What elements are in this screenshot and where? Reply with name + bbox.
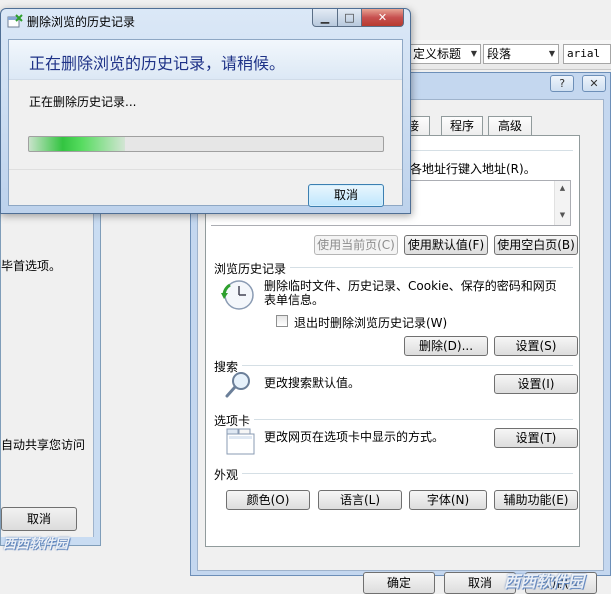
left-window-text-2: 自动共享您访问 [1,438,86,452]
progress-bar-fill [29,137,125,151]
watermark-logo: 西西软件园 [504,572,585,591]
watermark-logo: 西西软件园 [3,537,69,552]
search-settings-button[interactable]: 设置(I) [494,374,578,394]
left-window-client: 毕首选项。 自动共享您访问 取消 西西软件园 [1,211,94,552]
paragraph-select-value: 段落 [487,47,512,61]
delete-history-icon [7,14,23,31]
cancel-button[interactable]: 取消 [308,184,384,207]
delete-on-exit-checkbox[interactable] [276,315,288,327]
appearance-section-label: 外观 [214,466,243,483]
section-divider [214,419,573,420]
accessibility-button[interactable]: 辅助功能(E) [494,490,578,510]
dialog-title: 删除浏览的历史记录 [27,15,136,29]
history-description: 删除临时文件、历史记录、Cookie、保存的密码和网页表单信息。 [264,279,557,307]
font-select-value: arial [567,47,601,60]
scroll-up-icon[interactable]: ▲ [555,184,570,192]
window-controls: ▁ □ ✕ [312,9,404,27]
internet-options-title-buttons: ? ✕ [546,75,606,92]
search-description: 更改搜索默认值。 [264,376,361,390]
use-current-button[interactable]: 使用当前页(C) [314,235,398,255]
section-divider [214,473,573,474]
progress-dialog-client: 正在删除浏览的历史记录，请稍候。 正在删除历史记录... 取消 [8,39,403,207]
use-default-button[interactable]: 使用默认值(F) [404,235,488,255]
delete-history-progress-dialog: 删除浏览的历史记录 ▁ □ ✕ 正在删除浏览的历史记录，请稍候。 正在删除历史记… [0,8,411,214]
use-blank-button[interactable]: 使用空白页(B) [494,235,578,255]
close-button[interactable]: ✕ [582,75,606,92]
homepage-instruction: 各地址行键入地址(R)。 [410,162,536,176]
history-settings-button[interactable]: 设置(S) [494,336,578,356]
progress-status-text: 正在删除历史记录... [29,95,137,109]
help-button[interactable]: ? [550,75,575,92]
left-background-window: 毕首选项。 自动共享您访问 取消 西西软件园 [0,200,101,552]
left-window-text-1: 毕首选项。 [1,259,62,273]
tabs-window-icon [226,426,256,459]
font-select[interactable]: arial [563,44,611,64]
tab-programs[interactable]: 程序 [441,116,483,136]
progress-heading: 正在删除浏览的历史记录，请稍候。 [29,54,286,73]
colors-button[interactable]: 颜色(O) [226,490,310,510]
section-divider [214,365,573,366]
left-cancel-button[interactable]: 取消 [1,507,77,531]
delete-history-button[interactable]: 删除(D)... [404,336,488,356]
delete-on-exit-label: 退出时删除浏览历史记录(W) [294,316,448,330]
progress-header-band: 正在删除浏览的历史记录，请稍候。 [9,40,402,80]
chevron-down-icon: ▼ [548,49,556,58]
history-section-label: 浏览历史记录 [214,260,291,277]
chevron-down-icon: ▼ [470,49,478,58]
maximize-button[interactable]: □ [337,9,362,27]
tab-advanced[interactable]: 高级 [488,116,532,136]
paragraph-select[interactable]: 段落 ▼ [483,44,559,64]
style-select-value: 定义标题 [413,47,462,61]
magnifier-icon [224,370,254,403]
editor-toolbar: 定义标题 ▼ 段落 ▼ arial [405,40,611,70]
languages-button[interactable]: 语言(L) [318,490,402,510]
style-select[interactable]: 定义标题 ▼ [409,44,481,64]
progress-bar [28,136,384,152]
tabs-settings-button[interactable]: 设置(T) [494,428,578,448]
ok-button[interactable]: 确定 [363,572,435,594]
tabs-description: 更改网页在选项卡中显示的方式。 [264,430,445,444]
minimize-button[interactable]: ▁ [312,9,338,27]
scroll-down-icon[interactable]: ▼ [555,211,570,219]
history-clock-icon [220,278,254,315]
close-button[interactable]: ✕ [361,9,404,27]
fonts-button[interactable]: 字体(N) [409,490,487,510]
homepage-scrollbar[interactable]: ▲ ▼ [554,181,570,225]
